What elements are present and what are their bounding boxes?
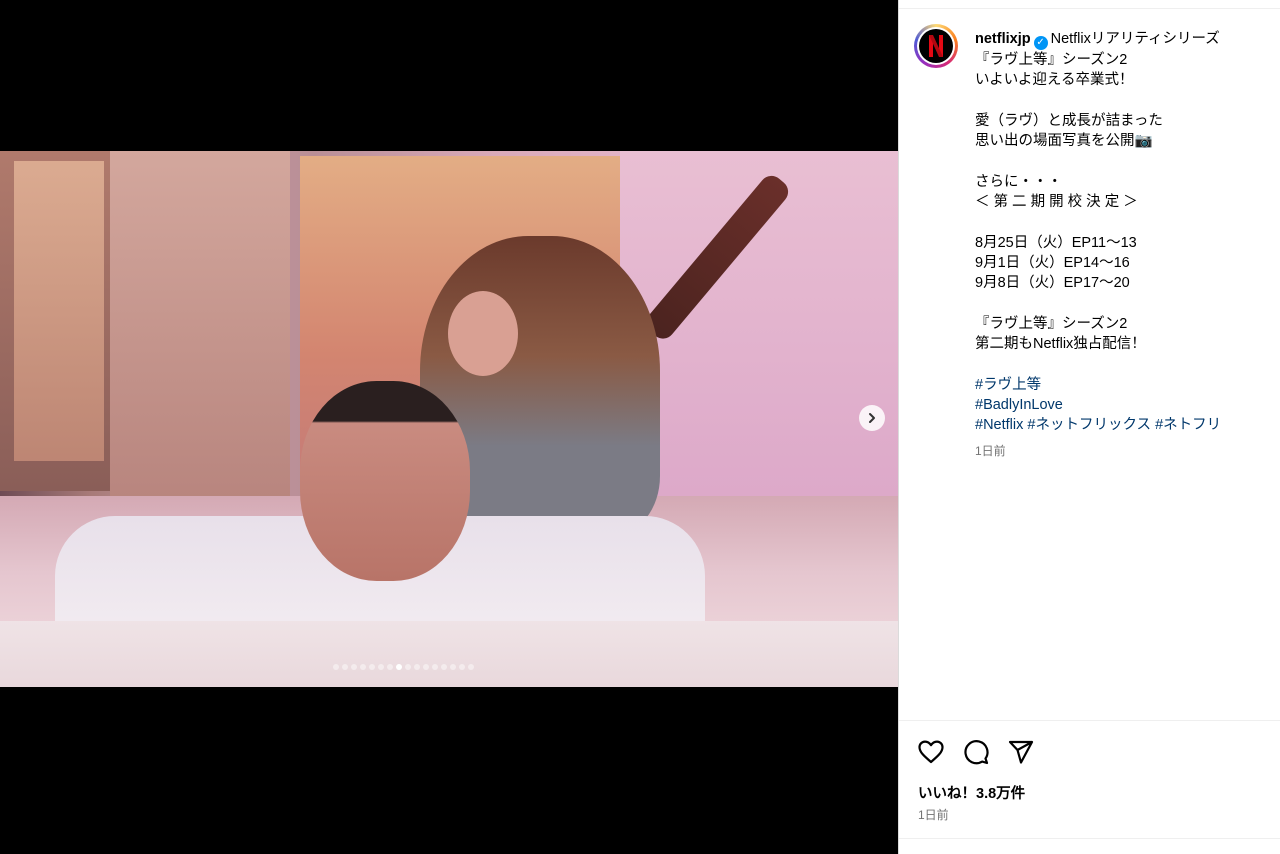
carousel-dot: [387, 664, 393, 670]
caption-line: 9月1日（火）EP14〜16: [975, 254, 1130, 271]
netflix-logo: [919, 29, 953, 63]
caption-line: Netflixリアリティシリーズ: [1050, 31, 1220, 47]
post-actions: [917, 738, 1035, 766]
caption-line: 思い出の場面写真を公開📷: [975, 133, 1153, 150]
caption-line: 9月8日（火）EP17〜20: [975, 275, 1130, 292]
caption-line: ＜ 第 二 期 開 校 決 定 ＞: [975, 194, 1138, 211]
hashtag-link[interactable]: #ネトフリ: [1155, 417, 1221, 433]
carousel-dot: [333, 664, 339, 670]
carousel-dot: [405, 664, 411, 670]
hashtag-link[interactable]: #BadlyInLove: [975, 397, 1063, 413]
verified-badge-icon: ✓: [1033, 36, 1048, 50]
carousel-dot: [360, 664, 366, 670]
caption-line: 第二期もNetflix独占配信！: [975, 336, 1146, 353]
share-button[interactable]: [1007, 738, 1035, 766]
next-slide-button[interactable]: [859, 405, 885, 431]
carousel-dot: [468, 664, 474, 670]
carousel-dot: [441, 664, 447, 670]
carousel-dot: [369, 664, 375, 670]
hashtag-link[interactable]: #ネットフリックス: [1027, 417, 1151, 433]
share-icon: [1008, 740, 1034, 764]
netflix-n-icon: [929, 35, 943, 57]
comment-icon: [964, 740, 989, 765]
like-button[interactable]: [917, 738, 945, 766]
carousel-dot: [423, 664, 429, 670]
caption-timestamp[interactable]: 1日前: [975, 441, 1275, 461]
post-caption: netflixjp ✓ Netflixリアリティシリーズ 『ラヴ上等』シーズン2 い…: [975, 29, 1275, 461]
hashtag-link[interactable]: #ラヴ上等: [975, 377, 1041, 393]
railing-top: [0, 621, 898, 687]
carousel-dot: [459, 664, 465, 670]
post-timestamp[interactable]: 1日前: [918, 806, 949, 823]
carousel-dot: [378, 664, 384, 670]
top-divider: [899, 0, 1280, 9]
man-head: [300, 381, 470, 581]
carousel-dot: [396, 664, 402, 670]
hashtag-link[interactable]: #Netflix: [975, 417, 1023, 433]
curtain: [14, 161, 104, 461]
pillar: [110, 151, 290, 501]
username-link[interactable]: netflixjp: [975, 31, 1031, 47]
likes-count[interactable]: いいね！3.8万件: [918, 782, 1025, 803]
carousel-dot: [342, 664, 348, 670]
caption-line: 『ラヴ上等』シーズン2: [975, 52, 1128, 68]
post-sidebar: netflixjp ✓ Netflixリアリティシリーズ 『ラヴ上等』シーズン2 い…: [898, 0, 1280, 854]
comment-button[interactable]: [962, 738, 990, 766]
actions-divider: [899, 720, 1280, 721]
carousel-dot: [432, 664, 438, 670]
caption-line: 愛（ラヴ）と成長が詰まった: [975, 112, 1163, 129]
carousel-dot: [414, 664, 420, 670]
carousel-dot: [351, 664, 357, 670]
bottom-divider: [899, 838, 1280, 839]
media-viewer: [0, 0, 898, 854]
caption-line: 8月25日（火）EP11〜13: [975, 234, 1137, 251]
post-photo[interactable]: [0, 151, 898, 687]
avatar[interactable]: [914, 24, 958, 68]
caption-line: いよいよ迎える卒業式！: [975, 72, 1134, 89]
heart-icon: [918, 740, 944, 764]
chevron-right-icon: [869, 413, 875, 423]
caption-line: さらに・・・: [975, 173, 1062, 190]
carousel-indicator: [333, 664, 474, 670]
carousel-dot: [450, 664, 456, 670]
woman-face: [448, 291, 518, 376]
caption-line: 『ラヴ上等』シーズン2: [975, 315, 1128, 332]
